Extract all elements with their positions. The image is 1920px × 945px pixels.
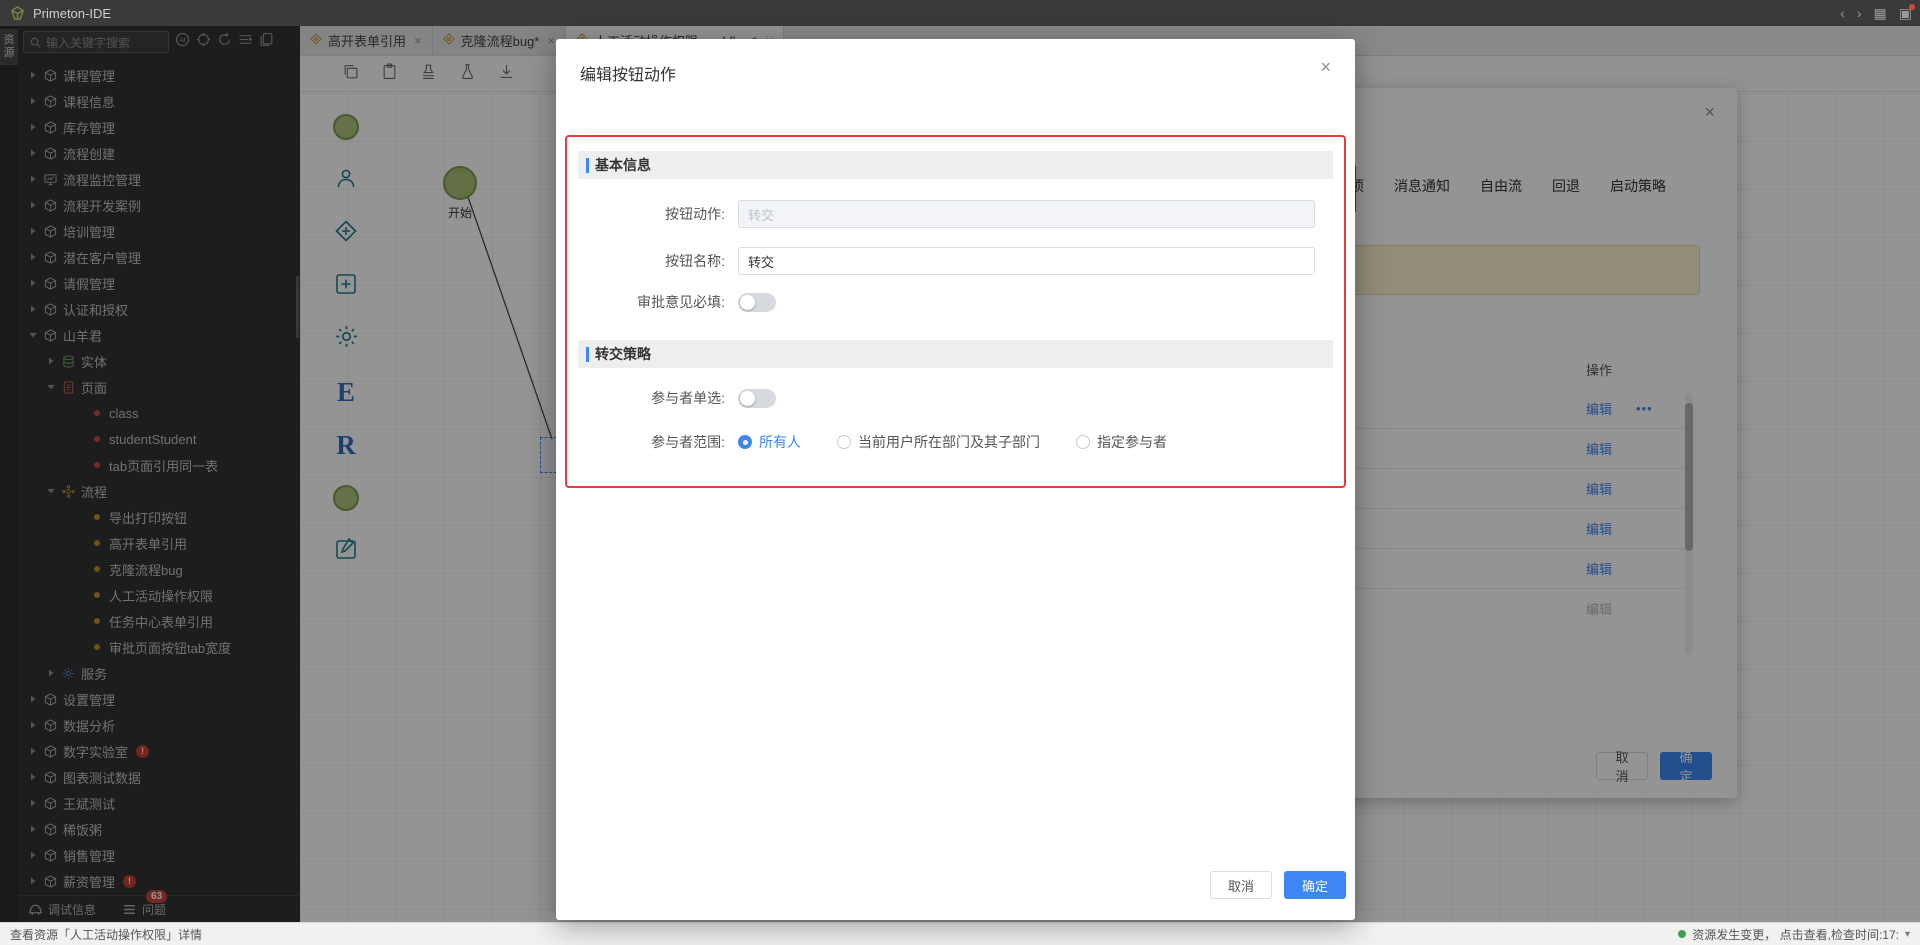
section-basic-info: 基本信息 (578, 151, 1333, 179)
radio-icon (738, 435, 752, 449)
comment-required-toggle[interactable] (738, 293, 776, 312)
radio-label: 所有人 (759, 432, 801, 452)
modal-footer: 取消 确定 (556, 859, 1355, 919)
button-name-input[interactable] (738, 247, 1315, 275)
comment-required-label: 审批意见必填: (567, 292, 725, 312)
radio-icon (1076, 435, 1090, 449)
scope-radio-option[interactable]: 当前用户所在部门及其子部门 (837, 432, 1040, 452)
toggle-knob (740, 391, 755, 406)
status-right-text: 资源发生变更， 点击查看,检查时间:17: (1692, 926, 1899, 943)
notification-icon[interactable]: ▣ (1899, 6, 1912, 20)
button-action-input[interactable] (738, 200, 1315, 228)
title-bar: Primeton-IDE ‹ › ▦ ▣ (0, 0, 1920, 26)
app-logo-icon (10, 6, 25, 21)
button-action-label: 按钮动作: (567, 204, 725, 224)
app-title: Primeton-IDE (33, 6, 111, 21)
confirm-button[interactable]: 确定 (1284, 871, 1346, 899)
participant-scope-radio-group: 所有人 当前用户所在部门及其子部门 指定参与者 (738, 432, 1203, 452)
radio-icon (837, 435, 851, 449)
app-window: Primeton-IDE ‹ › ▦ ▣ 资源 输入关键字搜索 AI 课程管理课… (0, 0, 1920, 945)
single-select-row: 参与者单选: (567, 388, 1344, 408)
resource-change-status[interactable]: 资源发生变更， 点击查看,检查时间:17: ▾ (1678, 926, 1910, 943)
chevron-right-icon[interactable]: › (1857, 6, 1862, 20)
cancel-button[interactable]: 取消 (1210, 871, 1272, 899)
single-select-toggle[interactable] (738, 389, 776, 408)
button-name-label: 按钮名称: (567, 251, 725, 271)
modal-close-icon[interactable]: × (1320, 57, 1331, 78)
toggle-knob (740, 295, 755, 310)
chevron-down-icon[interactable]: ▾ (1905, 929, 1910, 940)
single-select-label: 参与者单选: (567, 388, 725, 408)
layout-icon[interactable]: ▦ (1874, 6, 1887, 20)
section-forward-strategy: 转交策略 (578, 340, 1333, 368)
participant-scope-label: 参与者范围: (567, 432, 725, 452)
scope-radio-option[interactable]: 指定参与者 (1076, 432, 1167, 452)
edit-button-action-modal: 编辑按钮动作 × 基本信息 按钮动作: 按钮名称: 审批意见必填: 转交策略 参… (556, 39, 1355, 920)
modal-title: 编辑按钮动作 (580, 61, 676, 85)
chevron-left-icon[interactable]: ‹ (1840, 6, 1845, 20)
highlighted-form-region: 基本信息 按钮动作: 按钮名称: 审批意见必填: 转交策略 参与者单选: 参与者… (565, 135, 1346, 488)
participant-scope-row: 参与者范围: 所有人 当前用户所在部门及其子部门 指定参与者 (567, 432, 1344, 452)
radio-label: 指定参与者 (1097, 432, 1167, 452)
radio-label: 当前用户所在部门及其子部门 (858, 432, 1040, 452)
status-bar: 查看资源「人工活动操作权限」详情 资源发生变更， 点击查看,检查时间:17: ▾ (0, 922, 1920, 945)
green-status-icon (1678, 930, 1686, 938)
scope-radio-option[interactable]: 所有人 (738, 432, 801, 452)
status-left-text: 查看资源「人工活动操作权限」详情 (10, 926, 202, 943)
comment-required-row: 审批意见必填: (567, 292, 1344, 312)
button-action-row: 按钮动作: (567, 200, 1344, 228)
button-name-row: 按钮名称: (567, 247, 1344, 275)
